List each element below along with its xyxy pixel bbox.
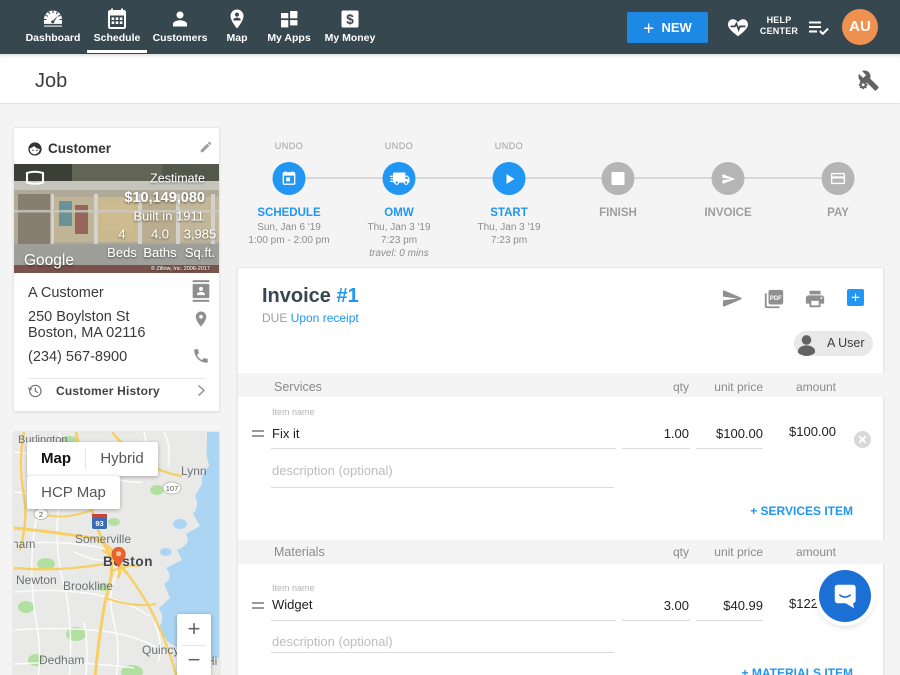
svg-text:$10,149,080: $10,149,080: [124, 190, 205, 206]
svg-text:Built in 1911: Built in 1911: [133, 209, 204, 224]
svg-text:4: 4: [118, 227, 125, 242]
svg-text:Lynn: Lynn: [181, 464, 207, 478]
svg-text:2: 2: [39, 510, 43, 519]
svg-text:PDF: PDF: [770, 296, 782, 302]
svg-text:Google: Google: [24, 252, 74, 269]
svg-text:Zestimate: Zestimate: [150, 172, 205, 186]
svg-text:3,985: 3,985: [184, 227, 217, 242]
svg-text:ham: ham: [14, 537, 35, 551]
svg-text:© Zillow, Inc. 2006-2017: © Zillow, Inc. 2006-2017: [151, 265, 210, 272]
svg-text:4.0: 4.0: [151, 227, 169, 242]
svg-text:Dedham: Dedham: [39, 653, 84, 667]
svg-text:Sq.ft.: Sq.ft.: [185, 245, 215, 260]
svg-text:Beds: Beds: [107, 245, 137, 260]
svg-text:Newton: Newton: [16, 573, 57, 587]
svg-text:Baths: Baths: [143, 245, 177, 260]
svg-text:$: $: [346, 12, 354, 27]
svg-text:Brookline: Brookline: [63, 579, 113, 593]
svg-text:Boston: Boston: [103, 554, 153, 569]
svg-text:Somerville: Somerville: [75, 532, 131, 546]
svg-text:Quincy: Quincy: [142, 643, 179, 657]
svg-text:93: 93: [95, 519, 103, 528]
svg-text:107: 107: [166, 484, 179, 493]
